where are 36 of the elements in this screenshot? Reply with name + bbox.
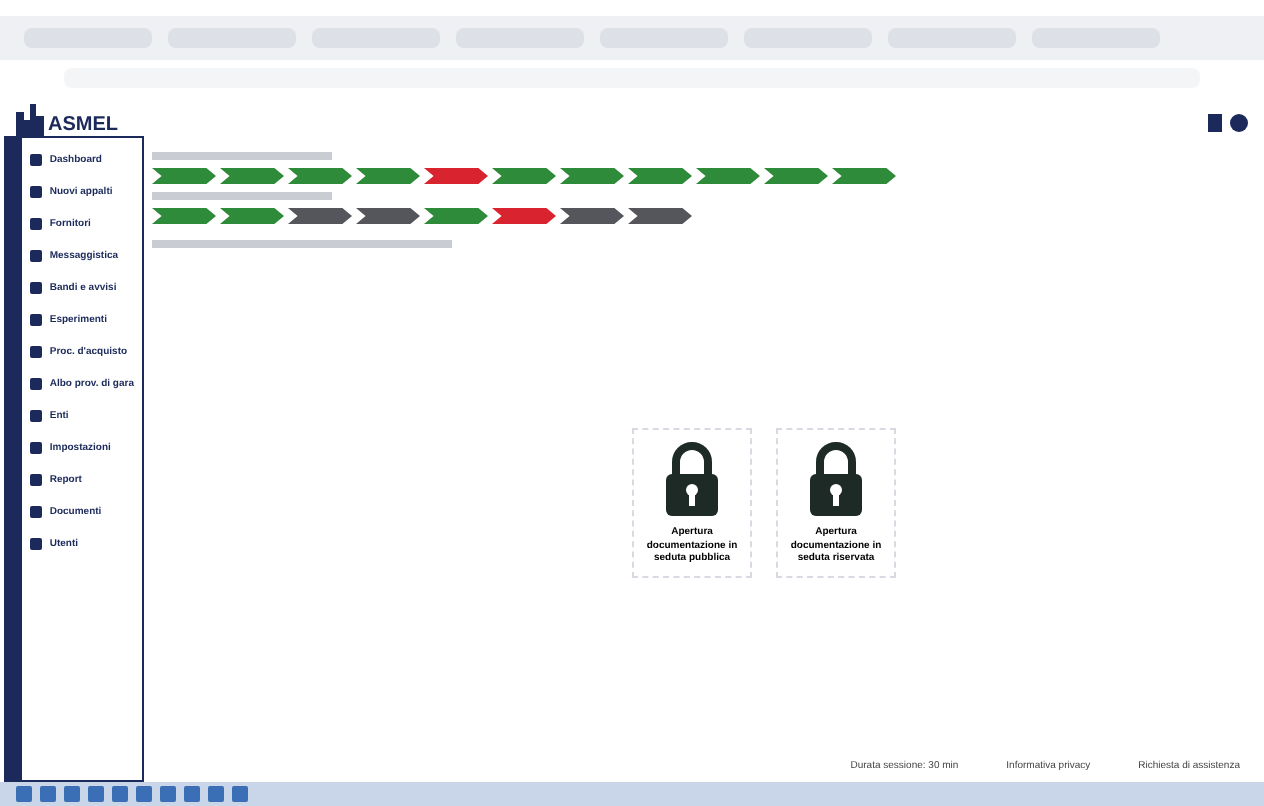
user-avatar-icon[interactable] [1230, 114, 1248, 132]
step-chevron[interactable] [424, 168, 488, 184]
step-chevron[interactable] [492, 208, 556, 224]
step-chevron[interactable] [628, 208, 692, 224]
step-chevron[interactable] [220, 208, 284, 224]
step-chevron[interactable] [628, 168, 692, 184]
step-chevron[interactable] [152, 208, 216, 224]
menu-icon [29, 506, 42, 518]
padlock-icon [662, 442, 722, 519]
padlock-icon [806, 442, 866, 519]
step-chevron[interactable] [560, 168, 624, 184]
step-chevron[interactable] [220, 168, 284, 184]
menu-icon [29, 442, 42, 454]
step-chevron[interactable] [764, 168, 828, 184]
step-chevron[interactable] [288, 168, 352, 184]
step-chevron[interactable] [152, 168, 216, 184]
step-chevron[interactable] [288, 208, 352, 224]
step-chevron[interactable] [832, 168, 896, 184]
menu-icon [29, 154, 42, 166]
menu-icon [29, 474, 42, 486]
menu-icon [29, 346, 42, 358]
menu-icon [29, 378, 42, 390]
menu-icon [29, 410, 42, 422]
menu-icon [29, 186, 42, 198]
menu-icon [29, 314, 42, 326]
step-chevron[interactable] [424, 208, 488, 224]
step-chevron[interactable] [696, 168, 760, 184]
step-chevron[interactable] [560, 208, 624, 224]
logo-text: ASMEL [48, 116, 118, 136]
step-chevron[interactable] [356, 208, 420, 224]
step-chevron[interactable] [356, 168, 420, 184]
menu-icon [29, 282, 42, 294]
menu-icon [29, 218, 42, 230]
menu-icon [29, 538, 42, 550]
step-chevron[interactable] [492, 168, 556, 184]
menu-icon [29, 250, 42, 262]
